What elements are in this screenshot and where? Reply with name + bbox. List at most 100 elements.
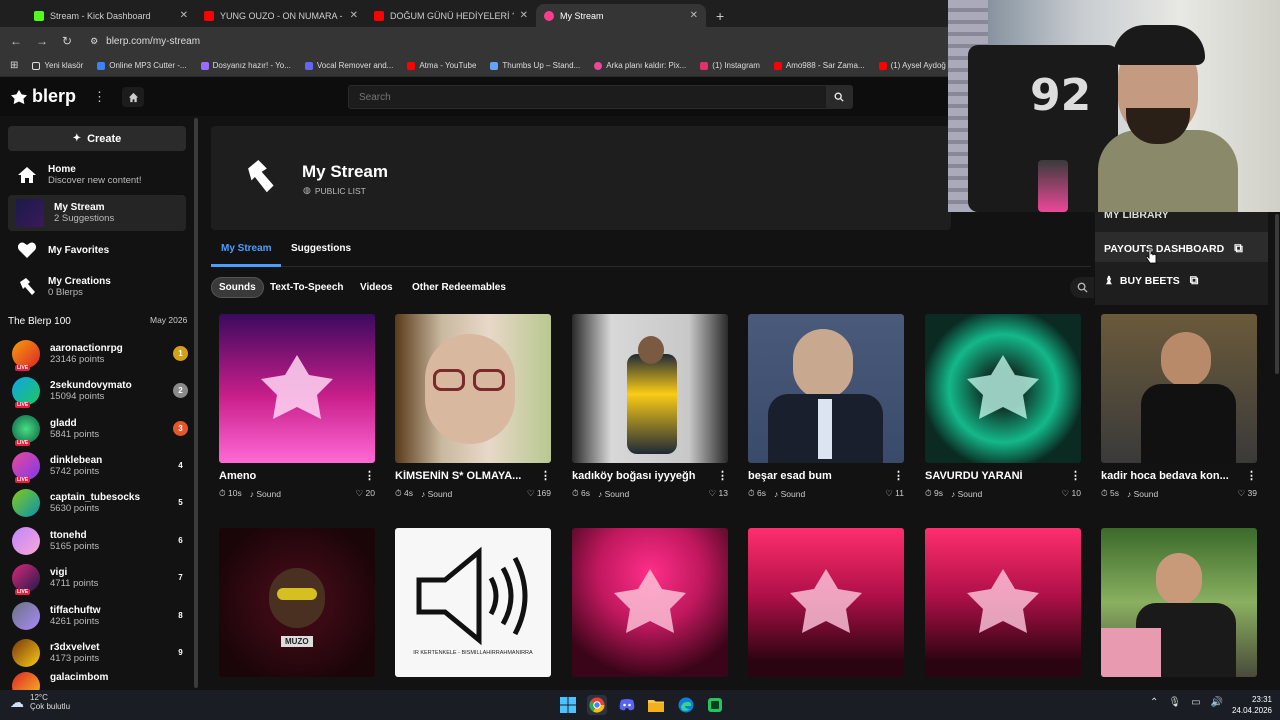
tab-my-stream[interactable]: My Stream xyxy=(221,243,272,254)
bookmark-item[interactable]: Online MP3 Cutter -... xyxy=(97,61,187,70)
more-vertical-icon[interactable]: ⋮ xyxy=(364,469,375,482)
volume-icon[interactable]: 🔊 xyxy=(1211,697,1223,708)
likes[interactable]: ♡ 39 xyxy=(1238,488,1257,499)
leaderboard-row[interactable]: LIVE gladd 5841 points 3 xyxy=(8,410,188,447)
sound-thumbnail[interactable]: İR KERTENKELE - BİSMİLLAHİRRAHMANİRRA xyxy=(395,528,551,677)
sound-card[interactable]: kadir hoca bedava kon... ⋮ ⏱ 5s ♪ Sound ♡ 3… xyxy=(1101,314,1257,499)
sound-thumbnail[interactable] xyxy=(219,314,375,463)
bookmark-item[interactable]: Atma - YouTube xyxy=(407,61,476,70)
bookmark-item[interactable]: Thumbs Up – Stand... xyxy=(490,61,580,70)
microphone-icon[interactable]: 🎙 xyxy=(1168,697,1181,708)
sound-thumbnail[interactable] xyxy=(572,528,728,677)
sound-thumbnail[interactable] xyxy=(572,314,728,463)
more-vertical-icon[interactable]: ⋮ xyxy=(540,469,551,482)
more-vertical-icon[interactable]: ⋮ xyxy=(1246,469,1257,482)
filter-other[interactable]: Other Redeemables xyxy=(405,277,513,298)
sound-card[interactable] xyxy=(572,528,728,677)
sound-thumbnail[interactable] xyxy=(1101,314,1257,463)
bookmark-item[interactable]: Yeni klasör xyxy=(32,61,83,70)
likes[interactable]: ♡ 169 xyxy=(527,488,551,499)
filter-videos[interactable]: Videos xyxy=(353,277,400,298)
system-clock[interactable]: 23:31 24.04.2026 xyxy=(1228,694,1272,716)
leaderboard-row[interactable]: LIVE vigi 4711 points 7 xyxy=(8,559,188,596)
sound-card[interactable] xyxy=(748,528,904,677)
browser-tab-kick[interactable]: Stream - Kick Dashboard ✕ xyxy=(26,4,196,27)
sound-thumbnail[interactable]: MUZO xyxy=(219,528,375,677)
sidebar-item-home[interactable]: Home Discover new content! xyxy=(8,158,186,192)
more-vertical-icon[interactable]: ⋮ xyxy=(717,469,728,482)
leaderboard-row[interactable]: galacimbom xyxy=(8,672,188,690)
more-vertical-icon[interactable]: ⋮ xyxy=(1070,469,1081,482)
file-explorer-icon[interactable] xyxy=(646,695,666,715)
sound-thumbnail[interactable] xyxy=(748,314,904,463)
browser-tab-my-stream[interactable]: My Stream ✕ xyxy=(536,4,706,27)
sidebar-scrollbar[interactable] xyxy=(194,118,198,688)
search-input[interactable] xyxy=(349,91,826,103)
menu-item-payouts-dashboard[interactable]: PAYOUTS DASHBOARD ⧉ xyxy=(1104,241,1243,256)
sound-card[interactable]: MUZO xyxy=(219,528,375,677)
menu-item-buy-beets[interactable]: ♝ BUY BEETS ⧉ xyxy=(1104,273,1198,288)
sound-thumbnail[interactable] xyxy=(925,314,1081,463)
site-info-icon[interactable]: ⚙ xyxy=(90,36,98,47)
chrome-icon[interactable] xyxy=(587,695,607,715)
network-icon[interactable]: ▭ xyxy=(1191,697,1200,708)
sound-thumbnail[interactable] xyxy=(748,528,904,677)
bookmark-item[interactable]: (1) Aysel Aydoğ xyxy=(878,61,946,70)
likes[interactable]: ♡ 10 xyxy=(1062,488,1081,499)
close-icon[interactable]: ✕ xyxy=(350,10,358,21)
sound-card[interactable]: kadıköy boğası iyyyeğh ⋮ ⏱ 6s ♪ Sound ♡ 13 xyxy=(572,314,728,499)
filter-sounds[interactable]: Sounds xyxy=(211,277,264,298)
filter-search-button[interactable] xyxy=(1070,277,1094,298)
likes[interactable]: ♡ 11 xyxy=(885,488,904,499)
leaderboard-row[interactable]: LIVE 2sekundovymato 15094 points 2 xyxy=(8,372,188,409)
sound-thumbnail[interactable] xyxy=(395,314,551,463)
sound-card[interactable] xyxy=(925,528,1081,677)
bookmark-item[interactable]: (1) Instagram xyxy=(700,61,760,70)
leaderboard-row[interactable]: captain_tubesocks 5630 points 5 xyxy=(8,484,188,521)
sound-card[interactable] xyxy=(1101,528,1257,677)
search-button[interactable] xyxy=(826,86,852,108)
chevron-up-icon[interactable]: ⌃ xyxy=(1150,697,1158,708)
leaderboard-row[interactable]: LIVE dinklebean 5742 points 4 xyxy=(8,447,188,484)
sidebar-item-favorites[interactable]: My Favorites xyxy=(8,233,186,267)
close-icon[interactable]: ✕ xyxy=(690,10,698,21)
create-button[interactable]: ✦ Create xyxy=(8,126,186,151)
likes[interactable]: ♡ 20 xyxy=(356,488,375,499)
filter-tts[interactable]: Text-To-Speech xyxy=(263,277,351,298)
sidebar-item-my-stream[interactable]: My Stream 2 Suggestions xyxy=(8,195,186,231)
sound-card[interactable]: beşar esad bum ⋮ ⏱ 6s ♪ Sound ♡ 11 xyxy=(748,314,904,499)
bookmark-item[interactable]: Amo988 - Sar Zama... xyxy=(773,61,865,70)
sidebar-item-creations[interactable]: My Creations 0 Blerps xyxy=(8,270,186,304)
apps-grid-icon[interactable]: ⊞ xyxy=(10,60,18,71)
browser-tab-youtube-1[interactable]: YUNG OUZO - ON NUMARA - ✕ xyxy=(196,4,366,27)
weather-widget[interactable]: ☁ 12°C Çok bulutlu xyxy=(10,693,70,711)
leaderboard-row[interactable]: tiffachuftw 4261 points 8 xyxy=(8,597,188,634)
close-icon[interactable]: ✕ xyxy=(180,10,188,21)
edge-icon[interactable] xyxy=(676,695,696,715)
windows-start-icon[interactable] xyxy=(558,695,578,715)
bookmark-item[interactable]: Dosyanız hazır! - Yo... xyxy=(200,61,291,70)
reload-icon[interactable]: ↻ xyxy=(62,34,72,48)
more-vertical-icon[interactable]: ⋮ xyxy=(93,89,106,105)
close-icon[interactable]: ✕ xyxy=(520,10,528,21)
blerp-logo[interactable]: blerp xyxy=(10,86,76,107)
back-icon[interactable]: ← xyxy=(10,34,22,48)
sound-thumbnail[interactable] xyxy=(925,528,1081,677)
sound-card[interactable]: İR KERTENKELE - BİSMİLLAHİRRAHMANİRRA xyxy=(395,528,551,677)
bookmark-item[interactable]: Vocal Remover and... xyxy=(304,61,393,70)
home-button[interactable] xyxy=(122,87,144,107)
app-icon[interactable] xyxy=(705,695,725,715)
sound-card[interactable]: SAVURDU YARANİ ⋮ ⏱ 9s ♪ Sound ♡ 10 xyxy=(925,314,1081,499)
more-vertical-icon[interactable]: ⋮ xyxy=(893,469,904,482)
leaderboard-row[interactable]: LIVE aaronactionrpg 23146 points 1 xyxy=(8,335,188,372)
main-scrollbar[interactable] xyxy=(1275,214,1279,374)
leaderboard-row[interactable]: r3dxvelvet 4173 points 9 xyxy=(8,634,188,671)
likes[interactable]: ♡ 13 xyxy=(709,488,728,499)
sound-card[interactable]: Ameno ⋮ ⏱ 10s ♪ Sound ♡ 20 xyxy=(219,314,375,499)
sound-thumbnail[interactable] xyxy=(1101,528,1257,677)
leaderboard-row[interactable]: ttonehd 5165 points 6 xyxy=(8,522,188,559)
discord-icon[interactable] xyxy=(617,695,637,715)
url-field[interactable]: ⚙ blerp.com/my-stream xyxy=(90,36,200,47)
forward-icon[interactable]: → xyxy=(36,34,48,48)
new-tab-button[interactable]: + xyxy=(706,4,734,27)
